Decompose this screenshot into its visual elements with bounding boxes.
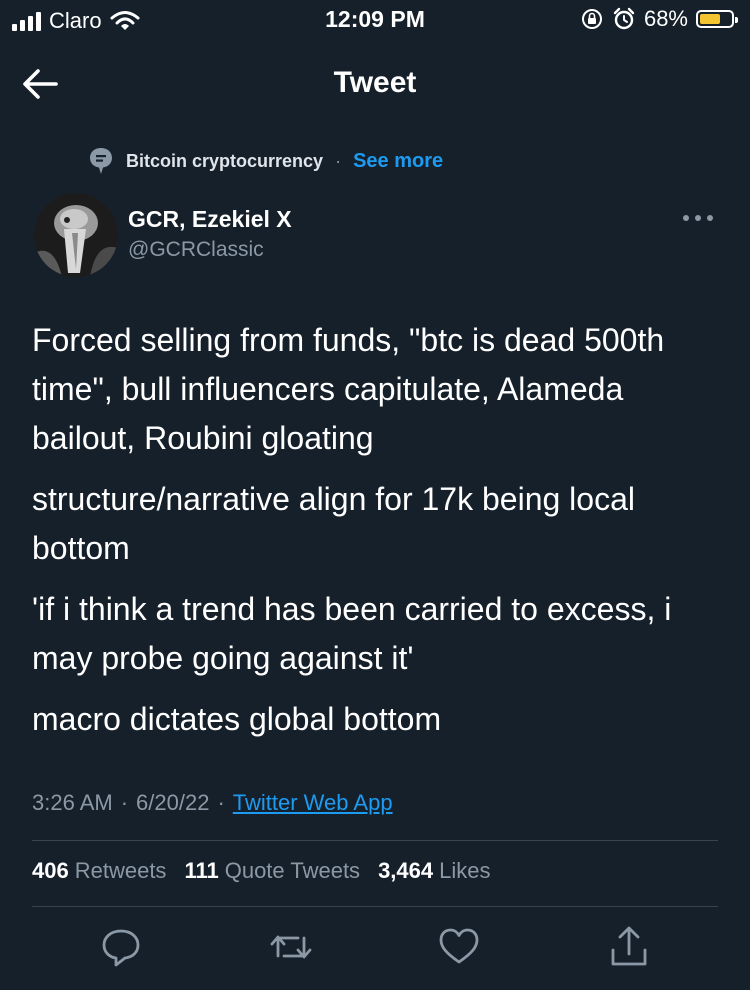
reply-button[interactable] bbox=[96, 922, 146, 972]
battery-percent: 68% bbox=[643, 6, 688, 31]
tweet-time[interactable]: 3:26 AM bbox=[32, 790, 113, 816]
share-icon bbox=[611, 926, 647, 966]
tweet-paragraph: structure/narrative align for 17k being … bbox=[32, 481, 635, 566]
battery-icon bbox=[696, 10, 738, 28]
avatar[interactable] bbox=[34, 193, 118, 277]
topic-row: Bitcoin cryptocurrency · See more bbox=[88, 146, 443, 176]
quote-tweets-stat[interactable]: 111 Quote Tweets bbox=[184, 858, 360, 884]
share-button[interactable] bbox=[604, 922, 654, 972]
retweet-button[interactable] bbox=[266, 922, 316, 972]
retweet-icon bbox=[270, 935, 312, 959]
likes-stat[interactable]: 3,464 Likes bbox=[378, 858, 490, 884]
source-app-link[interactable]: Twitter Web App bbox=[233, 790, 393, 816]
tweet-paragraph: Forced selling from funds, "btc is dead … bbox=[32, 322, 665, 456]
quote-tweets-count: 111 bbox=[184, 858, 219, 883]
tweet-date[interactable]: 6/20/22 bbox=[136, 790, 209, 816]
like-button[interactable] bbox=[434, 922, 484, 972]
retweets-label: Retweets bbox=[74, 858, 167, 883]
tweet-paragraph: macro dictates global bottom bbox=[32, 701, 442, 737]
likes-count: 3,464 bbox=[378, 858, 434, 883]
divider bbox=[32, 840, 718, 841]
likes-label: Likes bbox=[439, 858, 491, 883]
more-options-icon bbox=[683, 215, 713, 221]
status-bar-right: 68% bbox=[580, 6, 738, 32]
page-title: Tweet bbox=[333, 66, 417, 99]
retweets-stat[interactable]: 406 Retweets bbox=[32, 858, 166, 884]
engagement-stats: 406 Retweets 111 Quote Tweets 3,464 Likes bbox=[32, 858, 490, 884]
author-handle[interactable]: @GCRClassic bbox=[128, 238, 264, 262]
topic-separator: · bbox=[335, 150, 342, 171]
orientation-lock-icon bbox=[581, 9, 602, 29]
tweet-meta: 3:26 AM · 6/20/22 · Twitter Web App bbox=[32, 790, 393, 816]
author-name[interactable]: GCR, Ezekiel X bbox=[128, 206, 292, 233]
avatar-image bbox=[34, 193, 118, 277]
divider bbox=[32, 906, 718, 907]
tweet-text: Forced selling from funds, "btc is dead … bbox=[32, 316, 732, 756]
meta-separator: · bbox=[120, 790, 129, 815]
action-bar bbox=[0, 922, 750, 972]
see-more-link[interactable]: See more bbox=[353, 150, 443, 173]
alarm-icon bbox=[613, 7, 635, 30]
meta-separator: · bbox=[217, 790, 225, 815]
more-options-button[interactable] bbox=[678, 204, 718, 232]
topic-label: Bitcoin cryptocurrency bbox=[126, 150, 324, 171]
tweet-paragraph: 'if i think a trend has been carried to … bbox=[32, 591, 672, 676]
quote-tweets-label: Quote Tweets bbox=[224, 858, 361, 883]
reply-icon bbox=[102, 929, 140, 967]
topic-icon bbox=[90, 148, 112, 174]
retweets-count: 406 bbox=[32, 858, 69, 883]
like-icon bbox=[439, 928, 479, 964]
